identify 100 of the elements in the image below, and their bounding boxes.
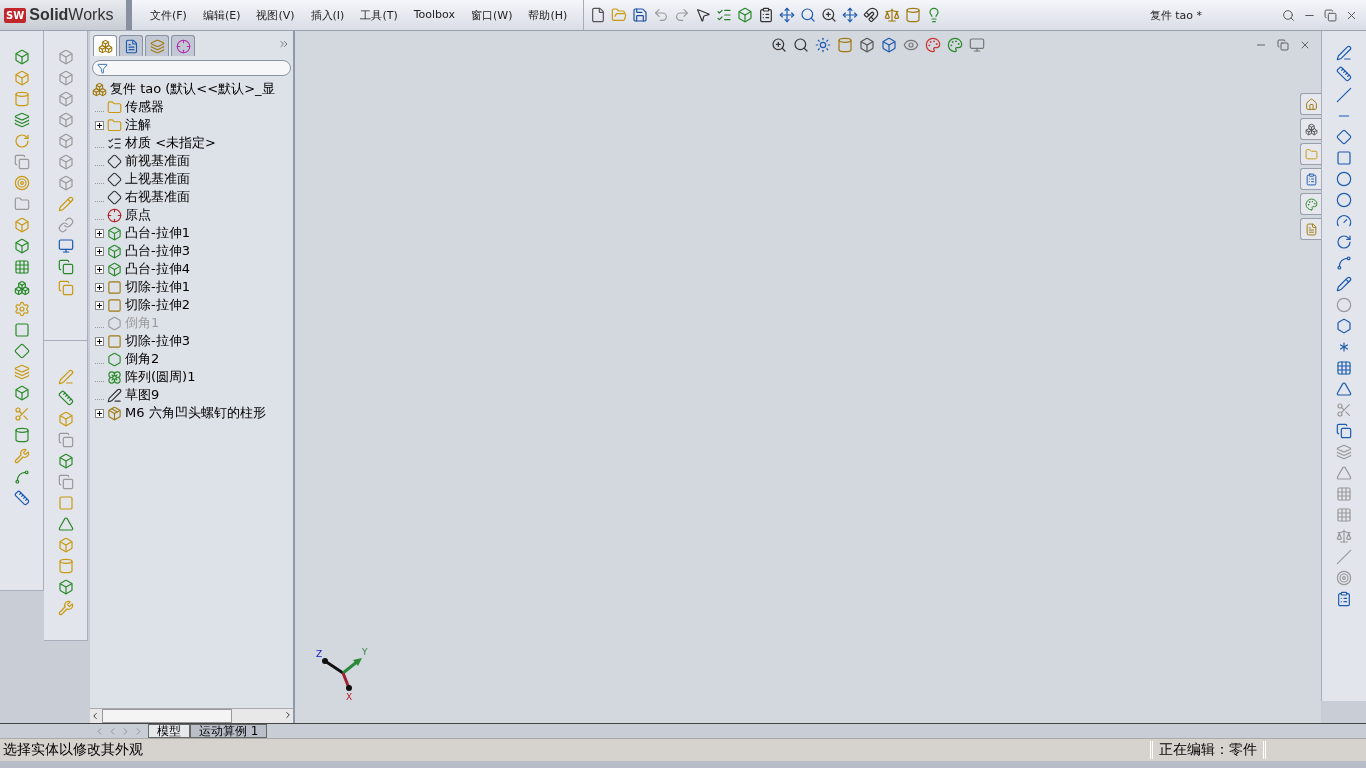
- menu-item[interactable]: 窗口(W): [462, 7, 521, 23]
- link-icon[interactable]: [57, 217, 74, 233]
- bottom-tab[interactable]: 运动算例 1: [190, 724, 268, 738]
- pen-icon[interactable]: [1336, 45, 1352, 61]
- pencil-icon[interactable]: [1336, 276, 1352, 292]
- scroll-thumb[interactable]: [102, 709, 232, 723]
- search-icon[interactable]: [800, 7, 817, 23]
- grid-icon[interactable]: [1336, 507, 1352, 523]
- filter-icon[interactable]: [97, 62, 108, 74]
- tree-item[interactable]: 凸台-拉伸4: [125, 260, 190, 278]
- cube-icon[interactable]: [57, 175, 74, 191]
- expand-icon[interactable]: [95, 336, 104, 346]
- menu-item[interactable]: 视图(V): [248, 7, 303, 23]
- scroll-right-icon[interactable]: [283, 710, 293, 720]
- list-icon[interactable]: [716, 7, 733, 23]
- expand-icon[interactable]: [95, 246, 104, 256]
- cube-icon[interactable]: [57, 453, 74, 469]
- grid-icon[interactable]: [13, 259, 30, 275]
- wrench-icon[interactable]: [13, 448, 30, 464]
- blocks-icon[interactable]: [13, 280, 30, 296]
- cube-icon[interactable]: [57, 49, 74, 65]
- rotate-icon[interactable]: [13, 133, 30, 149]
- restore-icon[interactable]: [1324, 8, 1337, 22]
- cylinder-icon[interactable]: [13, 427, 30, 443]
- tree-item[interactable]: 倒角2: [125, 350, 160, 368]
- light-icon[interactable]: [815, 37, 831, 53]
- layers-icon[interactable]: [13, 112, 30, 128]
- tree-item[interactable]: 凸台-拉伸3: [125, 242, 190, 260]
- wrench-icon[interactable]: [57, 600, 74, 616]
- menu-item[interactable]: Toolbox: [405, 7, 463, 23]
- close-icon[interactable]: [1299, 39, 1311, 51]
- hexagon-icon[interactable]: [1336, 318, 1352, 334]
- cube-icon[interactable]: [13, 385, 30, 401]
- menu-item[interactable]: 帮助(H): [520, 7, 576, 23]
- cube-icon[interactable]: [57, 112, 74, 128]
- magnet-icon[interactable]: [863, 7, 880, 23]
- ruler-icon[interactable]: [1336, 66, 1352, 82]
- cylinder-icon[interactable]: [837, 37, 853, 53]
- menu-item[interactable]: 编辑(E): [194, 7, 249, 23]
- form-icon[interactable]: [1336, 591, 1352, 607]
- expand-icon[interactable]: [95, 228, 104, 238]
- curve-icon[interactable]: [13, 469, 30, 485]
- diamond-icon[interactable]: [13, 343, 30, 359]
- expand-icon[interactable]: [95, 300, 104, 310]
- cube-icon[interactable]: [57, 579, 74, 595]
- grid-icon[interactable]: [1336, 360, 1352, 376]
- copy-icon[interactable]: [57, 474, 74, 490]
- cube-icon[interactable]: [859, 37, 875, 53]
- cylinder-icon[interactable]: [57, 558, 74, 574]
- cube-icon[interactable]: [13, 49, 30, 65]
- expand-icon[interactable]: [95, 264, 104, 274]
- menu-item[interactable]: 文件(F): [142, 7, 195, 23]
- copy-icon[interactable]: [57, 432, 74, 448]
- cube-icon[interactable]: [881, 37, 897, 53]
- copy-icon[interactable]: [57, 259, 74, 275]
- horizontal-scrollbar[interactable]: [90, 708, 293, 723]
- graphics-area[interactable]: Z Y X: [295, 31, 1321, 723]
- triangle-icon[interactable]: [57, 516, 74, 532]
- zoom-icon[interactable]: [771, 37, 787, 53]
- screen-icon[interactable]: [969, 37, 985, 53]
- tree-item[interactable]: 草图9: [125, 386, 160, 404]
- search-icon[interactable]: [793, 37, 809, 53]
- filter-field[interactable]: [92, 60, 291, 76]
- layers-icon[interactable]: [13, 364, 30, 380]
- tree-item[interactable]: M6 六角凹头螺钉的柱形: [125, 404, 266, 422]
- cube-icon[interactable]: [57, 91, 74, 107]
- eye-icon[interactable]: [903, 37, 919, 53]
- tree-item[interactable]: 材质 <未指定>: [125, 134, 216, 152]
- scissors-icon[interactable]: [1336, 402, 1352, 418]
- tree-item[interactable]: 上视基准面: [125, 170, 190, 188]
- expand-icon[interactable]: [95, 282, 104, 292]
- ruler-icon[interactable]: [57, 390, 74, 406]
- screen-icon[interactable]: [57, 238, 74, 254]
- grid-icon[interactable]: [1336, 486, 1352, 502]
- tree-item[interactable]: 凸台-拉伸1: [125, 224, 190, 242]
- line-icon[interactable]: [1336, 549, 1352, 565]
- palette-icon[interactable]: [925, 37, 941, 53]
- tree-item[interactable]: 注解: [125, 116, 151, 134]
- gear-icon[interactable]: [13, 301, 30, 317]
- scale-icon[interactable]: [1336, 528, 1352, 544]
- triangle-icon[interactable]: [1336, 381, 1352, 397]
- scroll-left-icon[interactable]: [90, 711, 100, 721]
- tree-item[interactable]: 传感器: [125, 98, 164, 116]
- tree-root-label[interactable]: 复件 tao (默认<<默认>_显: [110, 80, 275, 98]
- line-icon[interactable]: [1336, 87, 1352, 103]
- scissors-icon[interactable]: [13, 406, 30, 422]
- tree-item[interactable]: 切除-拉伸2: [125, 296, 190, 314]
- target-icon[interactable]: [13, 175, 30, 191]
- diamond-icon[interactable]: [1336, 129, 1352, 145]
- tree-item[interactable]: 切除-拉伸3: [125, 332, 190, 350]
- expand-icon[interactable]: [95, 120, 104, 130]
- copy-icon[interactable]: [13, 154, 30, 170]
- target-icon[interactable]: [1336, 570, 1352, 586]
- form-icon[interactable]: [758, 7, 775, 23]
- bottom-tab[interactable]: 模型: [148, 724, 190, 738]
- layers-icon[interactable]: [1336, 444, 1352, 460]
- save-icon[interactable]: [632, 7, 649, 23]
- move-icon[interactable]: [779, 7, 796, 23]
- cylinder-icon[interactable]: [13, 91, 30, 107]
- cube-icon[interactable]: [13, 238, 30, 254]
